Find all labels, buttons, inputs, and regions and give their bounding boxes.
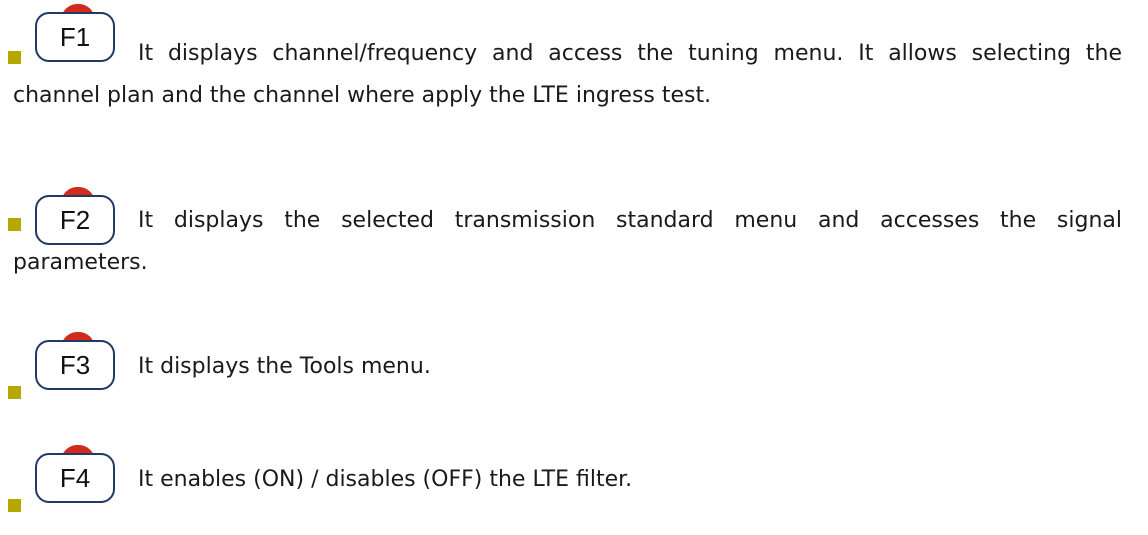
- f2-description: It displays the selected transmission st…: [13, 208, 1122, 275]
- f1-description: It displays channel/frequency and access…: [13, 41, 1122, 108]
- f3-description: It displays the Tools menu.: [138, 354, 431, 379]
- f4-description: It enables (ON) / disables (OFF) the LTE…: [138, 467, 633, 492]
